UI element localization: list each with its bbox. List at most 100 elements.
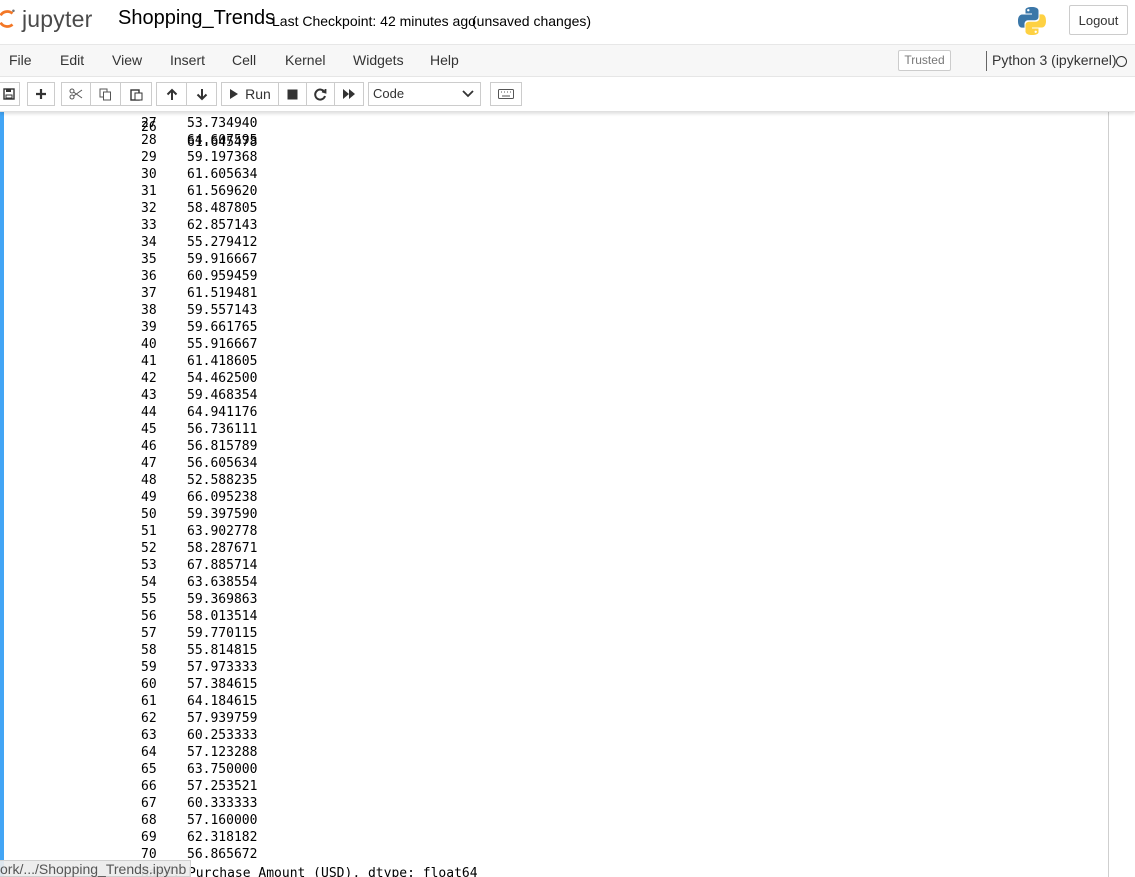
arrow-down-icon — [196, 88, 207, 100]
scissors-icon — [69, 88, 83, 100]
row-value: 57.973333 — [187, 660, 258, 675]
interrupt-button[interactable] — [278, 82, 307, 106]
row-index: 66 — [141, 779, 157, 794]
jupyter-logo[interactable]: jupyter — [0, 4, 92, 34]
insert-cell-button[interactable] — [27, 82, 55, 106]
row-index: 31 — [141, 184, 157, 199]
row-value: 58.487805 — [187, 201, 258, 216]
save-icon — [3, 88, 15, 100]
row-value: 61.418605 — [187, 354, 258, 369]
row-value: 56.605634 — [187, 456, 258, 471]
row-value: 59.468354 — [187, 388, 258, 403]
row-value: 55.814815 — [187, 643, 258, 658]
save-button[interactable] — [0, 82, 20, 106]
row-index: 30 — [141, 167, 157, 182]
row-index: 39 — [141, 320, 157, 335]
row-index: 37 — [141, 286, 157, 301]
run-button[interactable]: Run — [221, 82, 279, 106]
row-index: 64 — [141, 745, 157, 760]
menu-help[interactable]: Help — [430, 52, 459, 68]
row-value: 57.939759 — [187, 711, 258, 726]
notebook-name[interactable]: Shopping_Trends — [118, 7, 275, 30]
kernel-idle-indicator-icon — [1116, 56, 1127, 67]
row-value: 61.569620 — [187, 184, 258, 199]
row-value: 63.902778 — [187, 524, 258, 539]
menu-file[interactable]: File — [9, 52, 32, 68]
row-index: 36 — [141, 269, 157, 284]
row-index: 67 — [141, 796, 157, 811]
cut-button[interactable] — [61, 82, 91, 106]
row-value: 64.941176 — [187, 405, 258, 420]
row-value: 58.013514 — [187, 609, 258, 624]
python-logo-icon — [1018, 7, 1046, 35]
row-value: 59.397590 — [187, 507, 258, 522]
row-index: 54 — [141, 575, 157, 590]
row-value: 64.184615 — [187, 694, 258, 709]
series-dtype-line: Name: Purchase Amount (USD), dtype: floa… — [141, 866, 478, 877]
row-value: 64.607595 — [187, 133, 258, 148]
row-index: 51 — [141, 524, 157, 539]
cell-type-select[interactable]: Code — [368, 82, 481, 106]
row-index: 43 — [141, 388, 157, 403]
row-index: 48 — [141, 473, 157, 488]
row-index: 27 — [141, 116, 157, 131]
copy-button[interactable] — [90, 82, 121, 106]
row-index: 46 — [141, 439, 157, 454]
row-value: 60.253333 — [187, 728, 258, 743]
row-value: 56.865672 — [187, 847, 258, 862]
menu-kernel[interactable]: Kernel — [285, 52, 325, 68]
restart-button[interactable] — [306, 82, 335, 106]
row-value: 62.318182 — [187, 830, 258, 845]
row-index: 53 — [141, 558, 157, 573]
paste-button[interactable] — [120, 82, 152, 106]
row-index: 50 — [141, 507, 157, 522]
arrow-up-icon — [166, 88, 177, 100]
row-value: 63.750000 — [187, 762, 258, 777]
row-value: 60.959459 — [187, 269, 258, 284]
row-value: 59.916667 — [187, 252, 258, 267]
row-index: 33 — [141, 218, 157, 233]
row-index: 65 — [141, 762, 157, 777]
toolbar: Run Code — [0, 77, 1135, 112]
row-index: 35 — [141, 252, 157, 267]
keyboard-icon — [498, 89, 514, 99]
row-value: 66.095238 — [187, 490, 258, 505]
row-index: 68 — [141, 813, 157, 828]
menu-cell[interactable]: Cell — [232, 52, 256, 68]
row-index: 41 — [141, 354, 157, 369]
row-value: 62.857143 — [187, 218, 258, 233]
row-index: 28 — [141, 133, 157, 148]
trusted-badge[interactable]: Trusted — [898, 50, 951, 71]
row-index: 29 — [141, 150, 157, 165]
row-index: 69 — [141, 830, 157, 845]
menu-widgets[interactable]: Widgets — [353, 52, 404, 68]
menu-view[interactable]: View — [112, 52, 142, 68]
row-value: 57.253521 — [187, 779, 258, 794]
row-value: 58.287671 — [187, 541, 258, 556]
logo-text: jupyter — [22, 5, 93, 32]
row-value: 60.333333 — [187, 796, 258, 811]
row-value: 59.770115 — [187, 626, 258, 641]
row-index: 61 — [141, 694, 157, 709]
notebook-area: 26 61.645478 27 53.734940 28 64.607595 29 59.… — [0, 112, 1135, 877]
row-index: 45 — [141, 422, 157, 437]
kernel-name[interactable]: Python 3 (ipykernel) — [992, 52, 1117, 68]
row-value: 54.462500 — [187, 371, 258, 386]
run-label: Run — [245, 86, 271, 102]
move-down-button[interactable] — [186, 82, 217, 106]
menu-edit[interactable]: Edit — [60, 52, 84, 68]
move-up-button[interactable] — [156, 82, 187, 106]
menu-insert[interactable]: Insert — [170, 52, 205, 68]
row-value: 53.734940 — [187, 116, 258, 131]
row-value: 67.885714 — [187, 558, 258, 573]
menubar: File Edit View Insert Cell Kernel Widget… — [0, 44, 1135, 77]
row-value: 59.661765 — [187, 320, 258, 335]
row-value: 59.557143 — [187, 303, 258, 318]
row-index: 56 — [141, 609, 157, 624]
command-palette-button[interactable] — [490, 82, 522, 106]
row-index: 62 — [141, 711, 157, 726]
restart-run-all-button[interactable] — [334, 82, 364, 106]
row-value: 52.588235 — [187, 473, 258, 488]
logout-button[interactable]: Logout — [1069, 5, 1128, 35]
cell-right-border — [1108, 112, 1109, 877]
